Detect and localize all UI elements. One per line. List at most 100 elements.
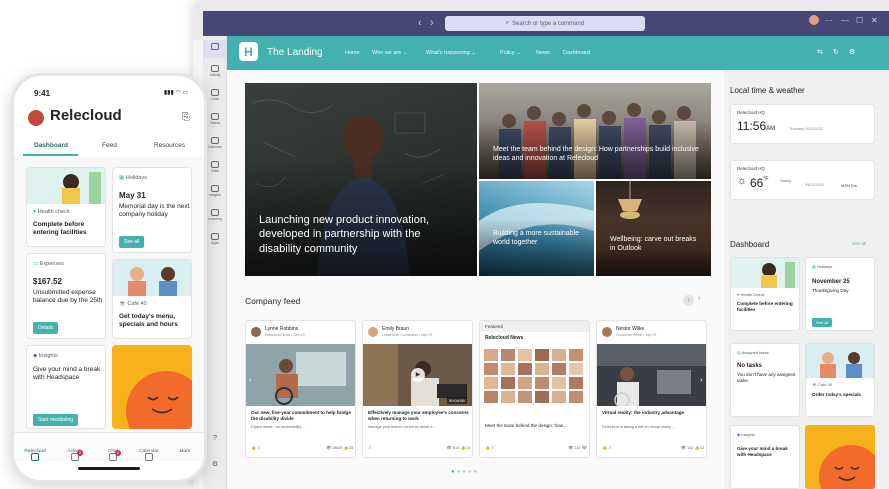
share-icon[interactable]: ⇪: [368, 445, 371, 450]
feed-card[interactable]: Nestor Wilke Consumer Retail • Sep 19 › …: [596, 320, 707, 458]
card-image: [246, 344, 355, 406]
tab-dashboard[interactable]: Dashboard: [34, 142, 68, 149]
share-icon[interactable]: ⇆: [817, 48, 823, 56]
back-icon[interactable]: ‹: [418, 17, 422, 29]
hero-tile-main[interactable]: Launching new product innovation, develo…: [245, 83, 477, 276]
insights-icon: [211, 185, 219, 192]
settings-icon[interactable]: ⚙: [849, 48, 855, 56]
settings-icon[interactable]: ⚙: [203, 460, 227, 468]
reactions-icon: ❤: [581, 445, 587, 450]
nav-calendar[interactable]: Calendar: [134, 449, 164, 461]
like-icon[interactable]: 👍: [251, 445, 256, 450]
refresh-icon[interactable]: ↻: [833, 48, 839, 56]
site-name[interactable]: The Landing: [267, 47, 323, 58]
see-all-button[interactable]: See all: [812, 318, 833, 327]
tab-feed[interactable]: Feed: [102, 142, 117, 149]
share-icon[interactable]: ⇪: [491, 445, 494, 450]
bookmark-icon[interactable]: ⎘: [182, 112, 190, 123]
start-meditating-button[interactable]: Start meditating: [33, 414, 79, 426]
phone-bottom-nav: Relecloud 2 Activity 2 Chat Calendar ··· Mo…: [14, 432, 204, 462]
card-prev-icon[interactable]: ‹: [249, 377, 251, 384]
nav-chat[interactable]: 2 Chat: [98, 449, 128, 461]
close-icon[interactable]: ✕: [871, 16, 878, 25]
rail-item-activity[interactable]: Activity: [203, 65, 227, 77]
nav-policy[interactable]: Policy ⌄: [500, 50, 521, 56]
bell-icon: [211, 65, 219, 72]
hero-tile-sustainable[interactable]: Building a more sustainable world togeth…: [479, 181, 594, 276]
details-button[interactable]: Details: [33, 322, 59, 334]
more-icon[interactable]: ···: [825, 16, 833, 25]
next-icon[interactable]: ›: [698, 295, 700, 302]
assigned-tasks-card[interactable]: ▤ Assigned tasks No tasks You don't have…: [730, 343, 800, 417]
phone-health-card[interactable]: ♥ Health check Complete before entering …: [26, 167, 106, 247]
headspace-face: [126, 371, 192, 429]
share-icon[interactable]: ⇪: [608, 445, 611, 450]
phone-headspace-image[interactable]: [112, 345, 192, 429]
nav-dashboard[interactable]: Dashboard: [563, 50, 590, 56]
teams-window: ‹ › ⌕ Search or type a command ··· — ☐ ✕…: [193, 0, 889, 489]
learning-icon: [211, 209, 219, 216]
nav-whats-happening[interactable]: What's happening ⌄: [426, 50, 476, 56]
cafe-card[interactable]: ☕ Cafe 40 Order today's specials: [805, 343, 875, 417]
title-bar: ‹ › ⌕ Search or type a command ··· — ☐ ✕: [193, 0, 889, 40]
play-icon[interactable]: ▶: [411, 368, 425, 382]
share-icon[interactable]: ⇪: [257, 445, 260, 450]
hero-tile-wellbeing[interactable]: Wellbeing: carve out breaks in Outlook: [596, 181, 711, 276]
nav-activity[interactable]: 2 Activity: [60, 449, 90, 461]
headspace-image[interactable]: [805, 425, 875, 489]
forward-icon[interactable]: ›: [430, 17, 434, 29]
hero-caption-wellbeing: Wellbeing: carve out breaks in Outlook: [610, 236, 697, 253]
nav-news[interactable]: News: [536, 50, 550, 56]
health-illustration: [27, 168, 105, 204]
minimize-icon[interactable]: —: [841, 16, 849, 25]
company-feed-title: Company feed: [245, 296, 301, 306]
hero-tile-team[interactable]: Meet the team behind the design: How par…: [479, 83, 711, 179]
wallet-icon: ▭: [33, 261, 39, 267]
holidays-card[interactable]: ▦ Holidays November 25 Thanksgiving Day …: [805, 257, 875, 331]
see-all-button[interactable]: See all: [119, 236, 145, 248]
nav-who-we-are[interactable]: Who we are ⌄: [372, 50, 408, 56]
phone-dashboard: ♥ Health check Complete before entering …: [14, 157, 204, 437]
cafe-icon: ☕: [119, 301, 126, 307]
nav-home[interactable]: Home: [345, 50, 360, 56]
search-input[interactable]: ⌕ Search or type a command: [445, 16, 645, 31]
rail-item-viva[interactable]: [203, 40, 227, 58]
hero-caption-team: Meet the team behind the design: How par…: [493, 146, 699, 163]
search-icon: ⌕: [505, 20, 510, 26]
card-image: [597, 344, 706, 406]
see-all-link[interactable]: See all: [852, 241, 866, 246]
time-weather-title: Local time & weather: [730, 86, 805, 95]
like-icon[interactable]: 👍: [602, 445, 607, 450]
activity-badge: 2: [77, 450, 83, 456]
tab-resources[interactable]: Resources: [154, 142, 185, 149]
chevron-down-icon: ⌄: [402, 50, 408, 56]
site-logo[interactable]: H: [239, 42, 258, 61]
phone-expenses-card[interactable]: ▭ Expenses $167.52 Unsubmitted expense b…: [26, 253, 106, 339]
avatar: [251, 327, 261, 337]
phone-cafe-card[interactable]: ☕ Café 40 Get today's menu, specials and…: [112, 259, 192, 339]
views-icon: 👁: [446, 445, 452, 450]
views-icon: 👁: [326, 445, 332, 450]
phone-clock: 9:41: [34, 89, 51, 98]
insights-icon: ◆: [737, 432, 741, 437]
feed-card[interactable]: Lynne Robbins Relecloud News • Sep 19 ‹ …: [245, 320, 356, 458]
card-next-icon[interactable]: ›: [700, 377, 702, 384]
prev-icon[interactable]: ‹: [683, 295, 694, 306]
insights-card[interactable]: ◆ Insights Give your mind a break with H…: [730, 425, 800, 489]
carousel-dots[interactable]: ●●●●●: [451, 469, 479, 475]
health-check-card[interactable]: ♥ Health Check Complete before entering …: [730, 257, 800, 331]
sun-icon: ☼: [737, 175, 748, 187]
avatar[interactable]: [809, 15, 819, 25]
phone-holidays-card[interactable]: ▦ Holidays May 31 Memorial day is the ne…: [112, 167, 192, 253]
relecloud-logo: [28, 110, 44, 126]
people-grid-image: [484, 349, 583, 403]
nav-relecloud[interactable]: Relecloud: [20, 449, 50, 461]
apps-icon: [211, 233, 219, 240]
like-icon[interactable]: 👍: [485, 445, 490, 450]
maximize-icon[interactable]: ☐: [856, 16, 863, 25]
nav-more[interactable]: ··· More: [170, 447, 200, 456]
phone-insights-card[interactable]: ◆ Insights Give your mind a break with H…: [26, 345, 106, 429]
feed-card[interactable]: Emily Braun Leadership Connection • Sep …: [362, 320, 473, 458]
feed-card-featured[interactable]: Featured Relecloud News Meet the team be…: [479, 320, 590, 458]
insights-icon: ◆: [33, 353, 38, 359]
